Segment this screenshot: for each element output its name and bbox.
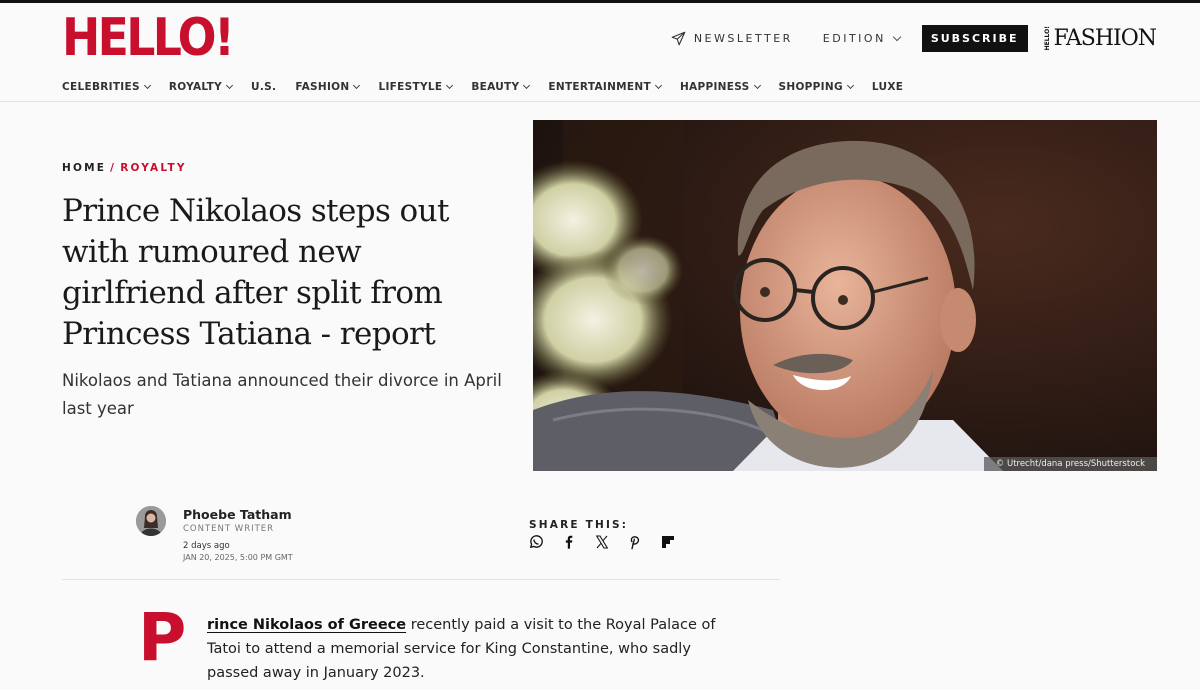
paper-plane-icon (671, 31, 686, 46)
article-dek: Nikolaos and Tatiana announced their div… (62, 371, 502, 418)
byline-divider (62, 579, 780, 580)
breadcrumb-home[interactable]: HOME (62, 162, 106, 174)
nav-item-fashion[interactable]: FASHION (295, 81, 361, 93)
nav-item-us[interactable]: U.S. (251, 81, 276, 93)
author-role: CONTENT WRITER (183, 524, 275, 534)
nav-item-celebrities[interactable]: CELEBRITIES (62, 81, 151, 93)
nav-item-label: HAPPINESS (679, 81, 750, 93)
image-credit: © Utrecht/dana press/Shutterstock (983, 457, 1157, 471)
author-avatar-illustration (136, 506, 166, 536)
flipboard-icon[interactable] (660, 534, 676, 550)
subscribe-button[interactable]: SUBSCRIBE (921, 25, 1028, 52)
nav-item-label: ENTERTAINMENT (548, 81, 651, 93)
drop-cap: P (138, 599, 187, 676)
nav-item-label: FASHION (295, 81, 350, 93)
nav-item-beauty[interactable]: BEAUTY (471, 81, 531, 93)
chevron-down-icon (846, 81, 854, 90)
article-body-paragraph: rince Nikolaos of Greece recently paid a… (207, 613, 727, 685)
hero-image: © Utrecht/dana press/Shutterstock (533, 120, 1157, 471)
chevron-down-icon (523, 81, 531, 90)
newsletter-label: NEWSLETTER (693, 32, 793, 45)
article-headline: Prince Nikolaos steps out with rumoured … (62, 193, 449, 352)
author-avatar[interactable] (136, 506, 166, 536)
hello-fashion-mini: HELLO! (1043, 26, 1051, 51)
share-label: SHARE THIS: (529, 519, 629, 531)
nav-item-label: SHOPPING (778, 81, 843, 93)
header-actions: NEWSLETTER EDITION SUBSCRIBE HELLO! FASH… (671, 25, 1157, 52)
chevron-down-icon (225, 81, 234, 90)
newsletter-link[interactable]: NEWSLETTER (671, 31, 793, 46)
nav-item-label: CELEBRITIES (62, 81, 140, 93)
nav-item-label: BEAUTY (471, 81, 520, 93)
share-icons (528, 534, 676, 550)
edition-label: EDITION (822, 32, 886, 45)
breadcrumb-separator: / (110, 162, 117, 174)
main-nav: CELEBRITIES ROYALTY U.S. FASHION LIFESTY… (62, 81, 922, 93)
whatsapp-icon[interactable] (528, 534, 544, 550)
chevron-down-icon (753, 81, 761, 90)
nav-item-label: ROYALTY (168, 81, 223, 93)
chevron-down-icon (654, 81, 663, 90)
chevron-down-icon (353, 81, 361, 90)
hello-logo[interactable]: HELLO! (62, 9, 235, 67)
nav-item-label: LIFESTYLE (378, 81, 443, 93)
pinterest-icon[interactable] (627, 534, 643, 550)
nav-item-luxe[interactable]: LUXE (872, 81, 903, 93)
nav-item-label: U.S. (251, 81, 277, 93)
nav-item-shopping[interactable]: SHOPPING (778, 81, 854, 93)
author-name[interactable]: Phoebe Tatham (183, 507, 292, 522)
edition-dropdown[interactable]: EDITION (822, 32, 902, 45)
chevron-down-icon (892, 32, 902, 42)
chevron-down-icon (446, 81, 454, 90)
nav-item-lifestyle[interactable]: LIFESTYLE (378, 81, 454, 93)
x-icon[interactable] (594, 534, 610, 550)
breadcrumb-category[interactable]: ROYALTY (120, 162, 186, 174)
breadcrumb: HOME / ROYALTY (62, 162, 187, 174)
nav-item-happiness[interactable]: HAPPINESS (679, 81, 761, 93)
nav-item-label: LUXE (871, 81, 904, 93)
nav-item-entertainment[interactable]: ENTERTAINMENT (548, 81, 663, 93)
prince-nikolaos-link[interactable]: rince Nikolaos of Greece (207, 617, 406, 633)
nav-divider (0, 101, 1200, 102)
hello-fashion-logo[interactable]: HELLO! FASHION (1043, 26, 1157, 51)
publish-date-relative: 2 days ago (183, 541, 230, 551)
hello-fashion-word: FASHION (1053, 26, 1157, 51)
publish-date-absolute: JAN 20, 2025, 5:00 PM GMT (183, 553, 293, 562)
facebook-icon[interactable] (561, 534, 577, 550)
hero-photo-illustration (533, 120, 1157, 471)
chevron-down-icon (143, 81, 151, 90)
nav-item-royalty[interactable]: ROYALTY (168, 81, 234, 93)
